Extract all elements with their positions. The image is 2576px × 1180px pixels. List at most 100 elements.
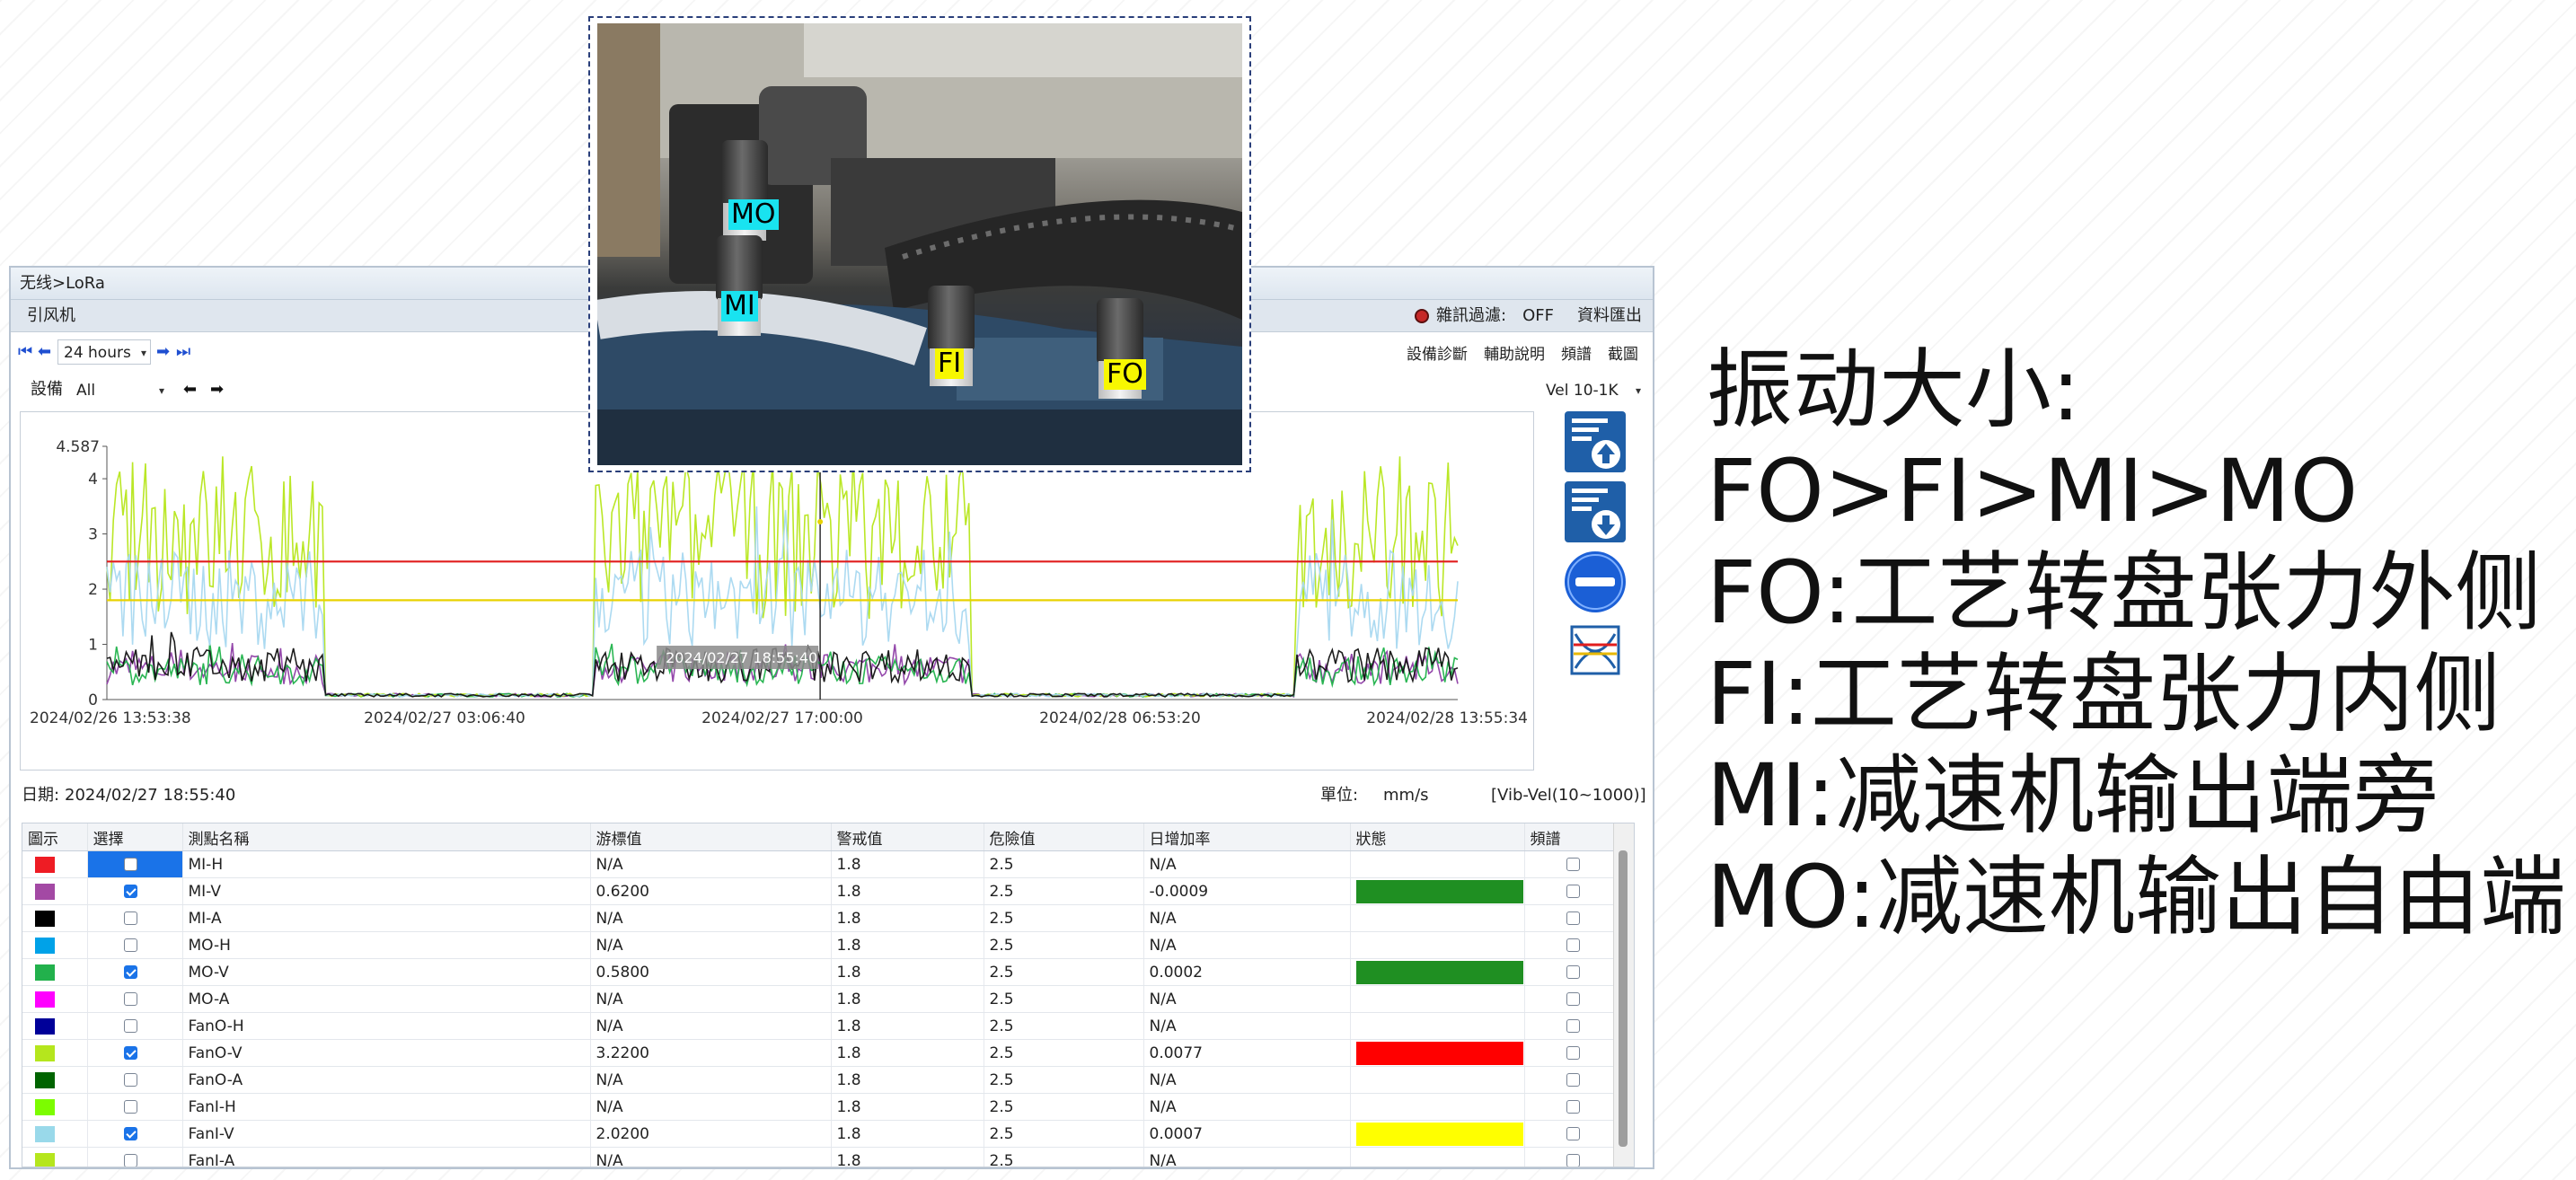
table-row[interactable]: FanO-V 3.2200 1.8 2.5 0.0077 [22,1039,1615,1067]
x-tick-label: 2024/02/27 17:00:00 [701,709,863,727]
select-cell[interactable] [87,1012,183,1040]
tag-fo: FO [1104,359,1146,390]
danger-value: 2.5 [984,1012,1144,1040]
export-button[interactable]: 資料匯出 [1577,300,1642,332]
select-cell[interactable] [87,958,183,986]
spectrum-checkbox[interactable] [1566,965,1580,979]
table-row[interactable]: FanO-H N/A 1.8 2.5 N/A [22,1012,1615,1040]
select-cell[interactable] [87,985,183,1013]
table-row[interactable]: MI-A N/A 1.8 2.5 N/A [22,904,1615,932]
legend-swatch [35,1152,55,1167]
device-select[interactable]: All ▾ [70,377,169,402]
measurement-value: Vel 10-1K [1546,382,1619,400]
select-cell[interactable] [87,1093,183,1121]
select-checkbox[interactable] [123,1154,137,1167]
record-icon[interactable] [1415,309,1430,323]
table-row[interactable]: FanO-A N/A 1.8 2.5 N/A [22,1066,1615,1094]
col-legend: 圖示 [22,823,88,851]
tag-mo: MO [728,199,779,230]
table-row[interactable]: FanI-V 2.0200 1.8 2.5 0.0007 [22,1120,1615,1148]
warning-value: 1.8 [831,850,984,878]
select-checkbox[interactable] [123,1073,137,1087]
table-row[interactable]: MI-V 0.6200 1.8 2.5 -0.0009 [22,877,1615,905]
menu-device-diagnosis[interactable]: 設備診斷 [1407,341,1468,364]
spectrum-checkbox[interactable] [1566,1100,1580,1114]
table-row[interactable]: MO-V 0.5800 1.8 2.5 0.0002 [22,958,1615,986]
menu-spectrum[interactable]: 頻譜 [1561,341,1592,364]
select-checkbox[interactable] [123,938,137,952]
select-checkbox[interactable] [123,992,137,1006]
spectrum-cell[interactable] [1524,904,1615,932]
table-row[interactable]: FanI-A N/A 1.8 2.5 N/A [22,1147,1615,1167]
upper-axis-icon[interactable] [1563,409,1628,474]
select-cell[interactable] [87,877,183,905]
menu-help[interactable]: 輔助說明 [1484,341,1545,364]
unit-value: mm/s [1383,786,1429,805]
prev-arrow-icon[interactable]: ⬅ [38,334,51,370]
spectrum-cell[interactable] [1524,1147,1615,1167]
table-row[interactable]: MI-H N/A 1.8 2.5 N/A [22,850,1615,878]
last-page-icon[interactable]: ⏭ [176,334,190,370]
noise-filter-label: 雜訊過濾: [1436,306,1507,325]
select-checkbox[interactable] [123,1019,137,1033]
spectrum-cell[interactable] [1524,1120,1615,1148]
select-cell[interactable] [87,904,183,932]
spectrum-checkbox[interactable] [1566,858,1580,871]
spectrum-checkbox[interactable] [1566,911,1580,925]
spectrum-cell[interactable] [1524,931,1615,959]
legend-cell [22,985,88,1013]
spectrum-checkbox[interactable] [1566,1154,1580,1167]
select-checkbox[interactable] [123,965,137,979]
select-cell[interactable] [87,850,183,878]
table-scrollbar[interactable] [1613,823,1634,1167]
next-arrow-icon[interactable]: ➡ [156,334,170,370]
select-cell[interactable] [87,931,183,959]
table-row[interactable]: MO-H N/A 1.8 2.5 N/A [22,931,1615,959]
select-checkbox[interactable] [123,1127,137,1140]
status-cell [1350,1093,1525,1121]
legend-swatch [35,910,55,927]
band-filter-icon[interactable] [1563,618,1628,682]
select-checkbox[interactable] [123,1100,137,1114]
spectrum-cell[interactable] [1524,850,1615,878]
spectrum-checkbox[interactable] [1566,1127,1580,1140]
spectrum-cell[interactable] [1524,877,1615,905]
select-checkbox[interactable] [123,858,137,871]
spectrum-checkbox[interactable] [1566,1046,1580,1060]
spectrum-cell[interactable] [1524,985,1615,1013]
device-prev-icon[interactable]: ⬅ [183,372,197,408]
point-name: MO-H [182,931,591,959]
menu-screenshot[interactable]: 截圖 [1608,341,1638,364]
scrollbar-thumb[interactable] [1619,850,1628,1147]
spectrum-cell[interactable] [1524,1093,1615,1121]
x-tick-label: 2024/02/28 06:53:20 [1039,709,1201,727]
time-range-select[interactable]: 24 hours ▾ [57,339,151,365]
cursor-marker [817,519,824,525]
spectrum-cell[interactable] [1524,1012,1615,1040]
select-checkbox[interactable] [123,911,137,925]
device-label: 設備 [31,380,63,399]
select-cell[interactable] [87,1120,183,1148]
measurement-select[interactable]: Vel 10-1K ▾ [1539,377,1645,402]
select-checkbox[interactable] [123,1046,137,1060]
noise-filter-value[interactable]: OFF [1522,300,1554,332]
select-cell[interactable] [87,1039,183,1067]
spectrum-checkbox[interactable] [1566,938,1580,952]
lower-axis-icon[interactable] [1563,480,1628,544]
table-row[interactable]: MO-A N/A 1.8 2.5 N/A [22,985,1615,1013]
device-next-icon[interactable]: ➡ [210,372,224,408]
spectrum-checkbox[interactable] [1566,992,1580,1006]
spectrum-cell[interactable] [1524,1066,1615,1094]
spectrum-checkbox[interactable] [1566,885,1580,898]
select-cell[interactable] [87,1066,183,1094]
point-name: MI-V [182,877,591,905]
spectrum-cell[interactable] [1524,1039,1615,1067]
spectrum-checkbox[interactable] [1566,1073,1580,1087]
spectrum-cell[interactable] [1524,958,1615,986]
minus-icon[interactable] [1563,550,1628,614]
first-page-icon[interactable]: ⏮ [18,334,32,370]
table-row[interactable]: FanI-H N/A 1.8 2.5 N/A [22,1093,1615,1121]
select-checkbox[interactable] [123,885,137,898]
select-cell[interactable] [87,1147,183,1167]
spectrum-checkbox[interactable] [1566,1019,1580,1033]
